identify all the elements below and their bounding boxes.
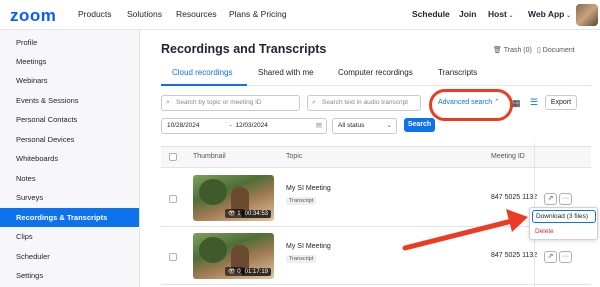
transcript-badge: Transcript [286,255,317,263]
chevron-down-icon: ⌄ [564,13,572,19]
sidebar-item-settings[interactable]: Settings [0,266,139,285]
main-content: Recordings and Transcripts 🗑 Trash (0) ▯… [141,30,600,287]
search-button[interactable]: Search [404,118,435,132]
column-meeting-id: Meeting ID [491,153,525,160]
audio-search-placeholder: Search text in audio transcript [322,99,408,106]
sidebar-item-personal-contacts[interactable]: Personal Contacts [0,110,139,129]
select-all-checkbox[interactable] [169,153,177,161]
nav-web-app[interactable]: Web App ⌄ [528,9,571,19]
column-thumbnail: Thumbnail [193,153,226,160]
date-range-input[interactable]: 10/28/2024 - 12/03/2024 ▤ [161,118,327,134]
views-value: 1 [237,211,241,217]
list-view-icon[interactable]: ☰ [530,97,538,108]
sidebar-item-meetings[interactable]: Meetings [0,52,139,71]
eye-icon: 👁 [228,269,238,275]
sidebar-item-events-sessions[interactable]: Events & Sessions [0,91,139,110]
nav-schedule[interactable]: Schedule [412,9,450,19]
annotation-highlight-oval [429,89,513,121]
row-checkbox[interactable] [169,195,177,203]
audio-transcript-search-input[interactable]: ⌕ Search text in audio transcript [307,95,421,111]
download-menu-item[interactable]: Download (3 files) [532,210,596,223]
chevron-down-icon: ⌄ [506,13,514,19]
export-button[interactable]: Export [545,95,577,110]
column-topic: Topic [286,153,303,160]
tab-transcripts[interactable]: Transcripts [438,68,477,77]
duration-badge: 01:17:19 [241,268,271,276]
recording-topic-link[interactable]: My SI Meeting [286,185,331,192]
date-range-separator: - [229,122,232,129]
topic-search-placeholder: Search by topic or meeting ID [176,99,262,106]
recording-thumbnail[interactable]: 👁 1 00:34:53 [193,175,274,221]
top-navigation-bar: zoom Products Solutions Resources Plans … [0,0,600,30]
date-to-value: 12/03/2024 [235,122,268,129]
tab-cloud-recordings[interactable]: Cloud recordings [172,68,232,77]
ellipsis-icon: ··· [562,195,569,202]
nav-solutions[interactable]: Solutions [127,9,162,19]
table-row: 👁 1 00:34:53 My SI Meeting Transcript 84… [161,171,591,227]
document-label: Document [542,47,575,54]
more-options-button[interactable]: ··· [559,251,572,263]
tab-computer-recordings[interactable]: Computer recordings [338,68,413,77]
transcript-search-icon: ⌕ [312,99,316,106]
recording-topic-link[interactable]: My SI Meeting [286,243,331,250]
status-select[interactable]: All status ⌄ [332,118,397,134]
sidebar-item-profile[interactable]: Profile [0,33,139,52]
nav-plans-pricing[interactable]: Plans & Pricing [229,9,287,19]
sidebar-item-clips[interactable]: Clips [0,227,139,246]
nav-resources[interactable]: Resources [176,9,217,19]
views-value: 0 [237,269,241,275]
sidebar-item-surveys[interactable]: Surveys [0,188,139,207]
ellipsis-icon: ··· [562,253,569,260]
trash-link[interactable]: 🗑 Trash (0) [493,46,532,54]
meeting-id: 847 5025 1132 [491,252,538,259]
active-tab-indicator [161,84,247,86]
search-icon: ⌕ [166,99,170,106]
sidebar-item-scheduler[interactable]: Scheduler [0,247,139,266]
sidebar-item-recordings-transcripts[interactable]: Recordings & Transcripts [0,208,139,227]
row-checkbox[interactable] [169,253,177,261]
trash-label: Trash (0) [503,47,532,54]
meeting-id: 847 5025 1132 [491,194,538,201]
recording-thumbnail[interactable]: 👁 0 01:17:19 [193,233,274,279]
chevron-down-icon: ⌄ [386,122,392,129]
date-from-value: 10/28/2024 [167,122,200,129]
recording-options-menu: Download (3 files) Delete [529,207,598,240]
share-icon: ⇗ [547,253,554,260]
share-button[interactable]: ⇗ [544,251,557,263]
share-button[interactable]: ⇗ [544,193,557,205]
tab-shared-with-me[interactable]: Shared with me [258,68,314,77]
views-count: 👁 1 [225,209,244,218]
page-title: Recordings and Transcripts [161,42,327,56]
avatar[interactable] [576,4,598,26]
more-options-button[interactable]: ··· [559,193,572,205]
duration-badge: 00:34:53 [241,210,271,218]
calendar-icon: ▤ [315,122,322,129]
document-link[interactable]: ▯ Document [537,46,575,54]
sidebar-item-whiteboards[interactable]: Whiteboards [0,149,139,168]
nav-host-label: Host [488,9,507,19]
sidebar: Profile Meetings Webinars Events & Sessi… [0,30,140,287]
nav-join[interactable]: Join [459,9,476,19]
table-row: 👁 0 01:17:19 My SI Meeting Transcript 84… [161,229,591,285]
share-icon: ⇗ [547,195,554,202]
nav-products[interactable]: Products [78,9,112,19]
topic-search-input[interactable]: ⌕ Search by topic or meeting ID [161,95,300,111]
zoom-logo[interactable]: zoom [10,6,56,26]
nav-host[interactable]: Host ⌄ [488,9,514,19]
delete-menu-item[interactable]: Delete [535,228,554,235]
sidebar-item-personal-devices[interactable]: Personal Devices [0,130,139,149]
views-count: 👁 0 [225,267,244,276]
status-value: All status [338,122,365,129]
grid-view-icon[interactable]: ▦ [512,98,521,109]
sidebar-item-webinars[interactable]: Webinars [0,71,139,90]
nav-web-app-label: Web App [528,9,565,19]
transcript-badge: Transcript [286,197,317,205]
trash-icon: 🗑 [493,47,504,54]
table-header: Thumbnail Topic Meeting ID [161,146,591,168]
eye-icon: 👁 [228,211,238,217]
sidebar-item-notes[interactable]: Notes [0,169,139,188]
